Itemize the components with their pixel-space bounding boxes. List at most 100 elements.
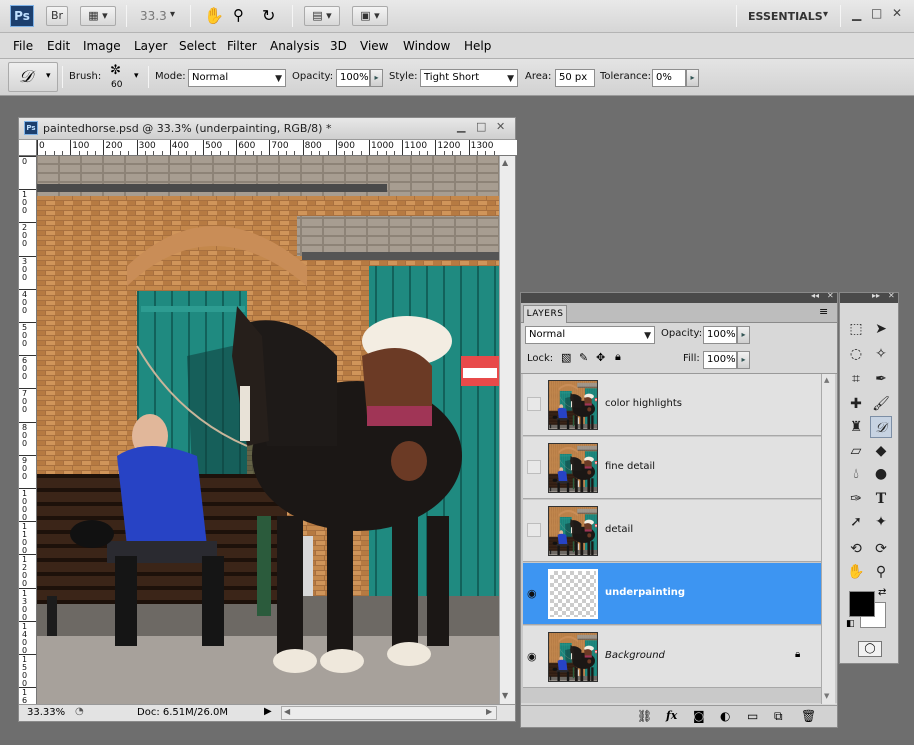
blur-icon[interactable]: 💧︎ [845,463,867,485]
path-select-icon[interactable]: ➚ [845,511,867,533]
menu-select[interactable]: Select [179,39,216,53]
clone-stamp-icon[interactable]: ♜ [845,416,867,438]
close-icon[interactable]: ✕ [892,6,902,20]
zoom-icon[interactable]: ⚲ [233,6,244,24]
art-history-brush-icon[interactable]: 𝒟 [870,416,892,438]
collapse-icon[interactable]: ◂◂ [811,291,819,300]
layer-row-selected[interactable]: ◉ underpainting [523,563,821,625]
type-icon[interactable]: T [870,488,892,510]
mode-select[interactable]: Normal ▼ [188,69,286,87]
layer-row[interactable]: detail [523,500,821,562]
menu-3d[interactable]: 3D [330,39,347,53]
arrange-documents-button[interactable]: ▤ ▾ [304,6,340,26]
magic-wand-icon[interactable]: ✧ [870,343,892,365]
menu-analysis[interactable]: Analysis [270,39,319,53]
vertical-ruler[interactable]: 0 100 200 300 400 500 600 700 800 900 1000 1100 1200… [19,156,37,704]
eye-icon[interactable]: ◉ [527,586,541,600]
adjustment-icon[interactable]: ◐ [720,709,730,723]
ruler-origin[interactable] [19,140,37,156]
close-icon[interactable]: ✕ [496,120,505,133]
quick-mask-icon[interactable]: ◯ [858,641,882,657]
visibility-toggle[interactable] [527,397,541,411]
spot-heal-icon[interactable]: ✚ [845,393,867,415]
menu-edit[interactable]: Edit [47,39,70,53]
view-extras-button[interactable]: ▦ ▾ [80,6,116,26]
lock-pixels-icon[interactable]: ✎ [579,351,588,364]
new-layer-icon[interactable]: ⧉ [774,709,783,724]
menu-layer[interactable]: Layer [134,39,167,53]
minimize-icon[interactable]: ▁ [457,120,465,133]
visibility-toggle[interactable] [527,523,541,537]
layer-name[interactable]: underpainting [605,587,685,598]
panel-header[interactable]: ◂◂ ✕ [521,291,837,303]
move-icon[interactable]: ➤ [870,318,892,340]
horizontal-ruler[interactable]: 0 100 200 300 400 500 600 700 800 900 1000 1100 1200… [37,140,517,156]
swap-colors-icon[interactable]: ⇄ [878,587,886,598]
layer-row[interactable]: fine detail [523,437,821,499]
scroll-down-icon[interactable]: ▼ [502,691,508,700]
brush-picker[interactable]: ✼ 60 ▾ [106,63,146,93]
opacity-field[interactable]: 100% [336,69,370,87]
opacity-slider-button[interactable]: ▸ [370,69,383,87]
menu-file[interactable]: File [13,39,33,53]
minimize-icon[interactable]: ▁ [852,7,861,21]
layer-name[interactable]: color highlights [605,398,682,409]
image-canvas[interactable] [37,156,499,704]
chevron-down-icon[interactable]: ▾ [170,9,175,20]
dodge-icon[interactable]: ● [870,463,892,485]
maximize-icon[interactable]: □ [476,120,486,133]
scroll-left-icon[interactable]: ◀ [284,707,290,716]
foreground-color-swatch[interactable] [849,591,875,617]
tolerance-field[interactable]: 0% [652,69,686,87]
chevron-down-icon[interactable]: ▾ [823,9,828,20]
panel-menu-icon[interactable]: ≡ [819,305,828,318]
layer-row[interactable]: color highlights [523,374,821,436]
lock-position-icon[interactable]: ✥ [596,351,605,364]
layer-row[interactable]: ◉ Background 🔒︎ [523,626,821,688]
workspace-switcher[interactable]: ESSENTIALS [748,10,823,23]
eraser-icon[interactable]: ▱ [845,440,867,462]
layers-scrollbar[interactable]: ▲ ▼ [821,374,835,704]
layer-name[interactable]: fine detail [605,461,655,472]
menu-window[interactable]: Window [403,39,450,53]
scroll-right-icon[interactable]: ▶ [486,707,492,716]
trash-icon[interactable]: 🗑︎ [801,709,816,723]
horizontal-scrollbar[interactable]: ◀ ▶ [281,706,497,720]
status-info-icon[interactable]: ◔ [75,706,84,717]
menu-help[interactable]: Help [464,39,491,53]
lock-all-icon[interactable]: 🔒︎ [615,350,621,364]
tab-layers[interactable]: LAYERS [523,305,567,323]
menu-filter[interactable]: Filter [227,39,257,53]
document-title-bar[interactable]: Ps paintedhorse.psd @ 33.3% (underpainti… [19,118,515,140]
visibility-toggle[interactable] [527,460,541,474]
zoom-level[interactable]: 33.3 [140,9,167,23]
style-select[interactable]: Tight Short ▼ [420,69,518,87]
brush-icon[interactable]: 🖌︎ [870,393,892,415]
mask-icon[interactable]: ◙ [693,709,705,723]
layer-name[interactable]: Background [605,650,665,661]
eyedropper-icon[interactable]: ✒ [870,368,892,390]
scroll-up-icon[interactable]: ▲ [502,158,508,167]
lock-transparency-icon[interactable]: ▧ [561,351,571,364]
pen-icon[interactable]: ✑ [845,488,867,510]
vertical-scrollbar[interactable]: ▲ ▼ [499,156,515,704]
fill-field[interactable]: 100% [703,351,737,369]
status-zoom[interactable]: 33.33% [27,707,65,718]
paint-bucket-icon[interactable]: ◆ [870,440,892,462]
3d-rotate-icon[interactable]: ⟲ [845,538,867,560]
screen-mode-button[interactable]: ▣ ▾ [352,6,388,26]
expand-icon[interactable]: ▸▸ [872,291,880,300]
rotate-view-icon[interactable]: ↻ [262,6,275,25]
hand-icon[interactable]: ✋ [204,6,224,25]
shape-icon[interactable]: ✦ [870,511,892,533]
blend-mode-select[interactable]: Normal ▼ [525,326,655,344]
layer-name[interactable]: detail [605,524,633,535]
scroll-down-icon[interactable]: ▼ [824,692,829,700]
maximize-icon[interactable]: □ [871,6,882,20]
lasso-icon[interactable]: ◌ [845,343,867,365]
layer-opacity-slider-button[interactable]: ▸ [737,326,750,344]
status-menu-arrow-icon[interactable]: ▶ [264,706,272,717]
fill-slider-button[interactable]: ▸ [737,351,750,369]
layer-opacity-field[interactable]: 100% [703,326,737,344]
area-field[interactable]: 50 px [555,69,595,87]
